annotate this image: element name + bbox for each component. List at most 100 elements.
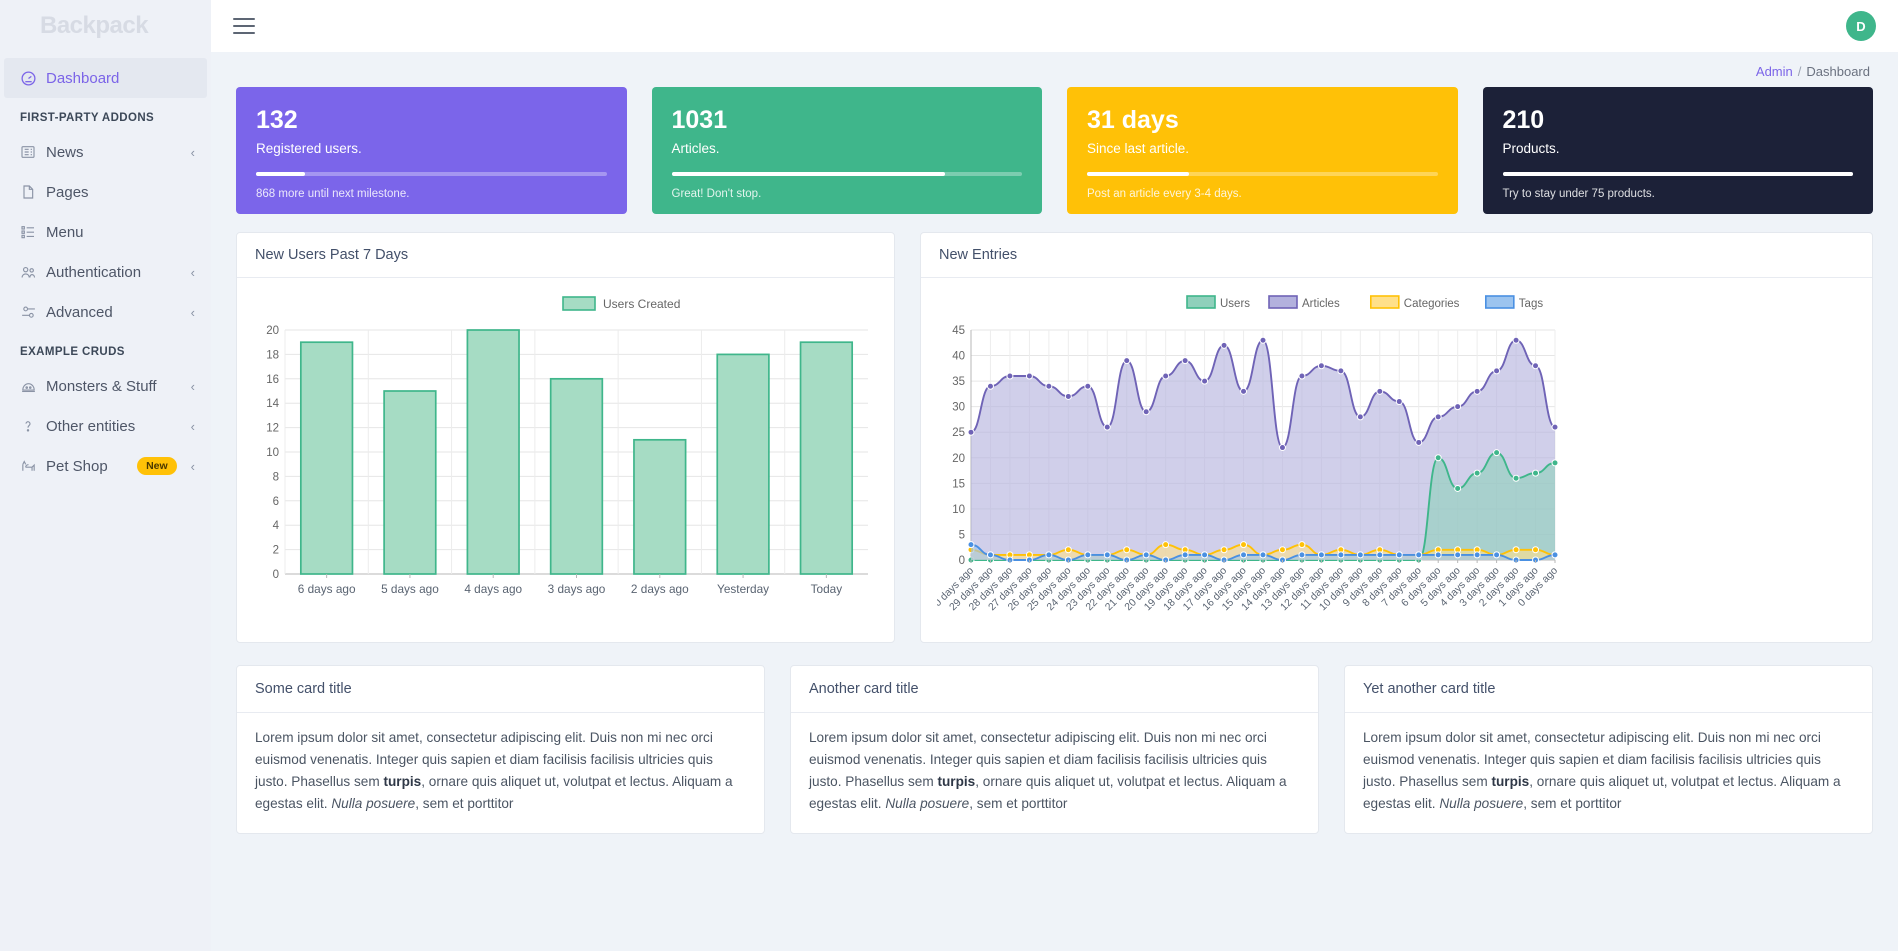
info-card: Some card title Lorem ipsum dolor sit am… [236,665,765,834]
sidebar-item-advanced[interactable]: Advanced ‹ [0,292,211,332]
sidebar-item-label: Dashboard [46,70,191,87]
svg-text:Today: Today [811,582,843,596]
card-text-bold: turpis [383,774,421,789]
card-title: Another card title [791,666,1318,713]
question-icon [20,418,46,434]
stat-label: Products. [1503,141,1854,156]
svg-text:40: 40 [952,351,965,363]
chevron-left-icon: ‹ [191,459,195,474]
svg-text:0: 0 [959,555,965,567]
breadcrumb-separator: / [1798,64,1802,79]
stat-card-registered-users[interactable]: 132 Registered users. 868 more until nex… [236,87,627,214]
sidebar-item-label: Menu [46,224,189,241]
svg-text:2: 2 [273,545,279,557]
file-icon [20,184,46,200]
card-title: Some card title [237,666,764,713]
progress-track [1503,172,1854,176]
svg-text:3 days ago: 3 days ago [548,582,606,596]
panel-title: New Entries [921,233,1872,278]
card-text-3: , sem et porttitor [1523,796,1621,811]
stat-footer: Post an article every 3-4 days. [1087,188,1438,200]
breadcrumb-current: Dashboard [1806,64,1870,79]
svg-text:25: 25 [952,427,965,439]
svg-text:5 days ago: 5 days ago [381,582,439,596]
progress-fill [256,172,305,176]
chevron-left-icon: ‹ [191,145,195,160]
sidebar-item-news[interactable]: News ‹ [0,132,211,172]
info-card: Another card title Lorem ipsum dolor sit… [790,665,1319,834]
svg-text:10: 10 [952,504,965,516]
card-text-italic: Nulla posuere [885,796,969,811]
stat-label: Registered users. [256,141,607,156]
progress-fill [672,172,945,176]
panel-new-entries: New Entries UsersArticlesCategoriesTags0… [920,232,1873,643]
new-entries-area-chart[interactable]: UsersArticlesCategoriesTags0510152025303… [937,292,1562,632]
sidebar-item-authentication[interactable]: Authentication ‹ [0,252,211,292]
main-area: D Admin / Dashboard 132 Registered users. … [211,0,1898,951]
sidebar-item-pet-shop[interactable]: Pet Shop New ‹ [0,446,211,486]
card-body: Lorem ipsum dolor sit amet, consectetur … [237,713,764,833]
svg-text:18: 18 [266,349,279,361]
sidebar-group-first-party: FIRST-PARTY ADDONS [0,98,211,132]
panel-new-users: New Users Past 7 Days Users Created02468… [236,232,895,643]
progress-track [256,172,607,176]
svg-text:2 days ago: 2 days ago [631,582,689,596]
svg-text:6: 6 [273,496,279,508]
stat-footer: 868 more until next milestone. [256,188,607,200]
sidebar-item-menu[interactable]: Menu [0,212,211,252]
stat-footer: Try to stay under 75 products. [1503,188,1854,200]
sidebar-item-dashboard[interactable]: Dashboard [4,58,207,98]
progress-fill [1087,172,1189,176]
svg-text:10: 10 [266,447,279,459]
svg-text:6 days ago: 6 days ago [298,582,356,596]
new-users-bar-chart[interactable]: Users Created024681012141618206 days ago… [253,292,878,632]
card-text-bold: turpis [1491,774,1529,789]
avatar[interactable]: D [1846,11,1876,41]
stat-card-since-last-article[interactable]: 31 days Since last article. Post an arti… [1067,87,1458,214]
stat-number: 1031 [672,105,1023,135]
svg-text:Articles: Articles [1302,298,1340,310]
breadcrumb-admin[interactable]: Admin [1756,64,1793,79]
card-body: Lorem ipsum dolor sit amet, consectetur … [1345,713,1872,833]
svg-text:20: 20 [952,453,965,465]
sidebar-item-monsters[interactable]: Monsters & Stuff ‹ [0,366,211,406]
sidebar-item-other-entities[interactable]: Other entities ‹ [0,406,211,446]
svg-text:15: 15 [952,478,965,490]
svg-text:16: 16 [266,374,279,386]
monster-icon [20,378,46,395]
sidebar: Backpack Dashboard FIRST-PARTY ADDONS Ne… [0,0,211,951]
svg-text:14: 14 [266,398,279,410]
panel-body: UsersArticlesCategoriesTags0510152025303… [921,278,1872,642]
stat-card-products[interactable]: 210 Products. Try to stay under 75 produ… [1483,87,1874,214]
hamburger-icon[interactable] [233,13,255,39]
progress-track [672,172,1023,176]
sidebar-item-label: Monsters & Stuff [46,378,185,395]
info-cards: Some card title Lorem ipsum dolor sit am… [236,665,1873,834]
svg-text:4 days ago: 4 days ago [464,582,522,596]
progress-track [1087,172,1438,176]
brand-logo: Backpack [0,0,211,52]
stat-footer: Great! Don't stop. [672,188,1023,200]
sidebar-item-pages[interactable]: Pages [0,172,211,212]
sidebar-nav: Dashboard FIRST-PARTY ADDONS News ‹ [0,52,211,486]
card-text-3: , sem et porttitor [415,796,513,811]
content: 132 Registered users. 868 more until nex… [211,79,1898,834]
card-text-italic: Nulla posuere [331,796,415,811]
sidebar-item-label: Pet Shop [46,458,137,475]
card-body: Lorem ipsum dolor sit amet, consectetur … [791,713,1318,833]
settings-icon [20,304,46,321]
top-bar: D [211,0,1898,52]
stat-label: Articles. [672,141,1023,156]
sidebar-item-label: Pages [46,184,189,201]
status-badge: New [137,457,177,475]
chart-panels: New Users Past 7 Days Users Created02468… [236,232,1873,643]
svg-text:Tags: Tags [1519,298,1544,310]
gauge-icon [20,70,46,87]
chevron-left-icon: ‹ [191,265,195,280]
stat-number: 132 [256,105,607,135]
progress-fill [1503,172,1854,176]
stat-card-articles[interactable]: 1031 Articles. Great! Don't stop. [652,87,1043,214]
stat-number: 210 [1503,105,1854,135]
newspaper-icon [20,144,46,160]
sidebar-item-label: Advanced [46,304,185,321]
